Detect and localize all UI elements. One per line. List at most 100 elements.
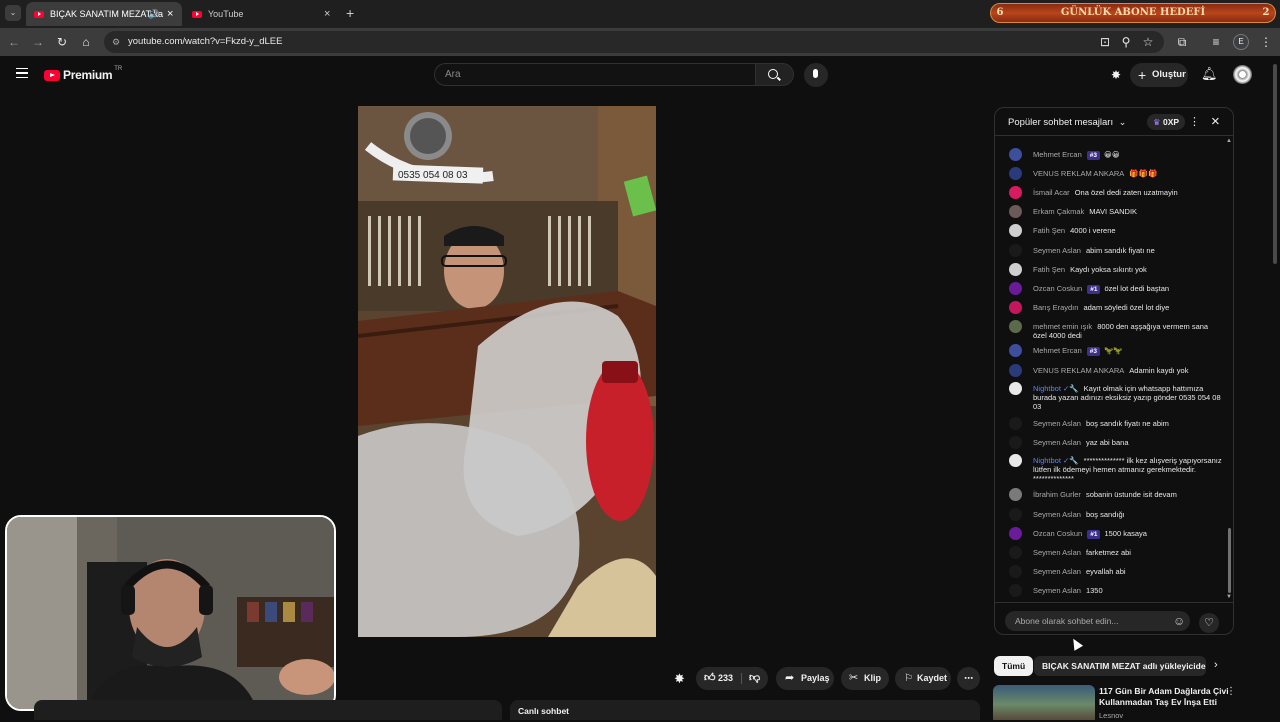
save-button[interactable]: ⚐ Kaydet	[895, 667, 951, 690]
related-more-icon[interactable]: ⋮	[1226, 686, 1236, 697]
chat-author-avatar[interactable]	[1009, 224, 1022, 237]
heart-icon[interactable]: ♡	[1199, 613, 1219, 633]
chevron-right-icon[interactable]: ›	[1214, 659, 1218, 671]
bookmark-star-icon[interactable]: ☆	[1140, 34, 1156, 50]
emoji-icon[interactable]: ☺	[1173, 614, 1185, 628]
chat-author-name[interactable]: Seymen Aslan	[1033, 510, 1081, 519]
share-button[interactable]: ➦ Paylaş	[776, 667, 834, 690]
chat-author-name[interactable]: Erkam Çakmak	[1033, 207, 1084, 216]
chip-channel[interactable]: BIÇAK SANATIM MEZAT adlı yükleyiciden	[1034, 656, 1206, 676]
chat-author-name[interactable]: Mehmet Ercan	[1033, 346, 1082, 355]
chat-author-avatar[interactable]	[1009, 454, 1022, 467]
chat-author-name[interactable]: İsmail Acar	[1033, 188, 1070, 197]
chat-author-name[interactable]: Seymen Aslan	[1033, 586, 1081, 595]
reload-icon[interactable]: ↻	[54, 34, 70, 50]
voice-search-button[interactable]	[804, 63, 828, 87]
live-chat-replay-bar[interactable]: Canlı sohbet	[510, 700, 980, 720]
home-icon[interactable]: ⌂	[78, 34, 94, 50]
chat-author-name[interactable]: Seymen Aslan	[1033, 567, 1081, 576]
chat-author-name[interactable]: Nightbot ✓🔧	[1033, 384, 1079, 393]
tab-close-icon[interactable]: ×	[167, 8, 173, 20]
chat-author-name[interactable]: Seymen Aslan	[1033, 438, 1081, 447]
reading-list-icon[interactable]: ≡	[1208, 34, 1224, 50]
chat-author-name[interactable]: Ozcan Coskun	[1033, 284, 1082, 293]
chat-author-name[interactable]: Fatih Şen	[1033, 265, 1065, 274]
chat-author-name[interactable]: VENUS REKLAM ANKARA	[1033, 366, 1124, 375]
url-bar[interactable]: ⚙ youtube.com/watch?v=Fkzd-y_dLEE	[104, 31, 1164, 53]
chat-author-name[interactable]: Seymen Aslan	[1033, 246, 1081, 255]
tab-youtube[interactable]: YouTube ×	[184, 2, 340, 26]
chat-author-name[interactable]: Fatih Şen	[1033, 226, 1065, 235]
like-button[interactable]: 👍︎ 233 👎︎	[696, 667, 768, 690]
chat-author-avatar[interactable]	[1009, 186, 1022, 199]
live-chat-icon[interactable]: ✸	[1111, 68, 1121, 82]
chat-author-avatar[interactable]	[1009, 148, 1022, 161]
more-actions-button[interactable]: ⋯	[957, 667, 980, 690]
close-icon[interactable]: ×	[1211, 108, 1220, 136]
live-chat-toggle-icon[interactable]: ✸	[674, 671, 685, 687]
chat-author-avatar[interactable]	[1009, 436, 1022, 449]
chat-author-avatar[interactable]	[1009, 344, 1022, 357]
chat-author-name[interactable]: İbrahim Gurler	[1033, 490, 1081, 499]
chat-author-name[interactable]: Nightbot ✓🔧	[1033, 456, 1079, 465]
search-button[interactable]	[756, 63, 794, 86]
chat-author-name[interactable]: Barış Eraydın	[1033, 303, 1078, 312]
page-scrollbar[interactable]	[1270, 56, 1280, 720]
chat-author-avatar[interactable]	[1009, 263, 1022, 276]
scroll-down-icon[interactable]: ▼	[1226, 594, 1232, 600]
chat-author-avatar[interactable]	[1009, 244, 1022, 257]
chat-author-avatar[interactable]	[1009, 301, 1022, 314]
related-video[interactable]: 117 Gün Bir Adam Dağlarda Çivi Kullanmad…	[993, 685, 1253, 720]
speaker-icon[interactable]: 🔊	[148, 9, 159, 20]
back-icon[interactable]: ←	[6, 34, 22, 50]
chat-scroll-thumb[interactable]	[1228, 528, 1231, 593]
video-player[interactable]: 0535 054 08 03	[358, 106, 656, 637]
chat-author-name[interactable]: VENUS REKLAM ANKARA	[1033, 169, 1124, 178]
tab-close-icon[interactable]: ×	[324, 8, 330, 20]
chat-author-avatar[interactable]	[1009, 364, 1022, 377]
scroll-up-icon[interactable]: ▲	[1226, 138, 1232, 144]
notifications-bell-icon[interactable]: 🔔︎	[1201, 66, 1218, 82]
search-input[interactable]: Ara	[434, 63, 756, 86]
related-thumbnail[interactable]	[993, 685, 1095, 720]
youtube-logo[interactable]: Premium TR	[44, 66, 122, 83]
chat-input[interactable]: Abone olarak sohbet edin...	[1005, 611, 1190, 631]
extensions-icon[interactable]: ⧉	[1174, 34, 1190, 50]
chat-author-avatar[interactable]	[1009, 205, 1022, 218]
tab-live-auction[interactable]: BIÇAK SANATIM MEZAT ka 🔊 ×	[26, 2, 182, 26]
chat-author-avatar[interactable]	[1009, 282, 1022, 295]
chat-author-avatar[interactable]	[1009, 546, 1022, 559]
chat-author-name[interactable]: Ozcan Coskun	[1033, 529, 1082, 538]
channel-points-badge[interactable]: ♛ 0XP	[1147, 114, 1186, 130]
chat-author-avatar[interactable]	[1009, 167, 1022, 180]
chat-mode-dropdown[interactable]: Popüler sohbet mesajları ⌄	[1008, 117, 1126, 128]
create-button[interactable]: + Oluştur	[1130, 63, 1188, 87]
chat-author-avatar[interactable]	[1009, 417, 1022, 430]
new-tab-button[interactable]: +	[346, 5, 354, 21]
tab-list-button[interactable]: ⌄	[5, 5, 21, 21]
chat-author-name[interactable]: mehmet emin ışık	[1033, 322, 1092, 331]
chat-author-avatar[interactable]	[1009, 488, 1022, 501]
chat-author-avatar[interactable]	[1009, 527, 1022, 540]
chat-author-name[interactable]: Seymen Aslan	[1033, 548, 1081, 557]
chat-more-icon[interactable]: ⋮	[1189, 108, 1200, 136]
chat-author-avatar[interactable]	[1009, 320, 1022, 333]
install-app-icon[interactable]: ⊡	[1097, 34, 1113, 50]
chat-author-avatar[interactable]	[1009, 508, 1022, 521]
zoom-icon[interactable]: ⚲	[1118, 34, 1134, 50]
site-info-icon[interactable]: ⚙	[112, 31, 120, 53]
account-avatar[interactable]	[1233, 65, 1252, 84]
clip-button[interactable]: ✂ Klip	[841, 667, 889, 690]
browser-menu-icon[interactable]: ⋮	[1258, 34, 1274, 50]
thumbs-down-icon[interactable]: 👎︎	[749, 667, 760, 690]
chat-author-name[interactable]: Seymen Aslan	[1033, 419, 1081, 428]
description-bar[interactable]	[34, 700, 502, 720]
profile-avatar[interactable]: E	[1233, 34, 1249, 50]
chip-all[interactable]: Tümü	[994, 656, 1034, 676]
chat-author-avatar[interactable]	[1009, 565, 1022, 578]
forward-icon[interactable]: →	[30, 34, 46, 50]
chat-author-avatar[interactable]	[1009, 584, 1022, 597]
chat-author-avatar[interactable]	[1009, 382, 1022, 395]
hamburger-menu-icon[interactable]	[16, 68, 28, 78]
chat-author-name[interactable]: Mehmet Ercan	[1033, 150, 1082, 159]
